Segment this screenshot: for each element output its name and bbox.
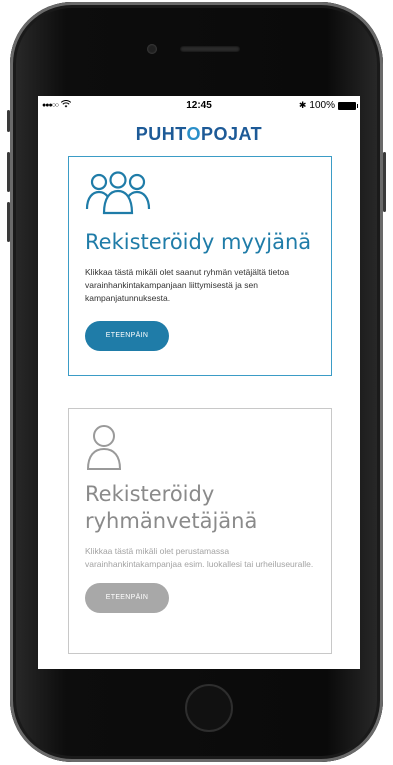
battery-area: ✱ 100% — [298, 100, 358, 111]
bluetooth-icon: ✱ — [298, 100, 307, 110]
seller-continue-button[interactable]: ETEENPÄIN — [85, 321, 169, 351]
status-bar: ●●●○○ 12:45 ✱ 100% — [38, 96, 360, 116]
mute-switch — [7, 110, 10, 132]
leader-continue-button[interactable]: ETEENPÄIN — [85, 583, 169, 613]
home-button[interactable] — [185, 684, 233, 732]
logo-text-left: PUHT — [135, 124, 187, 144]
logo-text-right: POJAT — [201, 124, 263, 144]
battery-percent: 100% — [309, 100, 335, 111]
group-leader-register-card[interactable]: Rekisteröidy ryhmänvetäjänä Klikkaa täst… — [68, 408, 332, 654]
brand-logo: PUHTOPOJAT — [38, 124, 360, 150]
front-camera — [147, 44, 157, 54]
seller-register-card[interactable]: Rekisteröidy myyjänä Klikkaa tästä mikäl… — [68, 156, 332, 376]
volume-down-button — [7, 202, 10, 242]
volume-up-button — [7, 152, 10, 192]
seller-card-title: Rekisteröidy myyjänä — [85, 230, 312, 254]
leader-card-description: Klikkaa tästä mikäli olet perustamassa v… — [85, 546, 314, 569]
seller-card-description: Klikkaa tästä mikäli olet saanut ryhmän … — [85, 267, 290, 303]
logo-o-mark: O — [186, 124, 201, 144]
earpiece-speaker — [180, 46, 240, 52]
power-button — [383, 152, 386, 212]
group-icon — [85, 171, 315, 221]
user-icon — [85, 423, 315, 473]
leader-card-title: Rekisteröidy ryhmänvetäjänä — [85, 482, 258, 533]
battery-icon — [338, 101, 358, 110]
screen: ●●●○○ 12:45 ✱ 100% PUHTOPOJAT Rekisteröi… — [38, 96, 360, 669]
